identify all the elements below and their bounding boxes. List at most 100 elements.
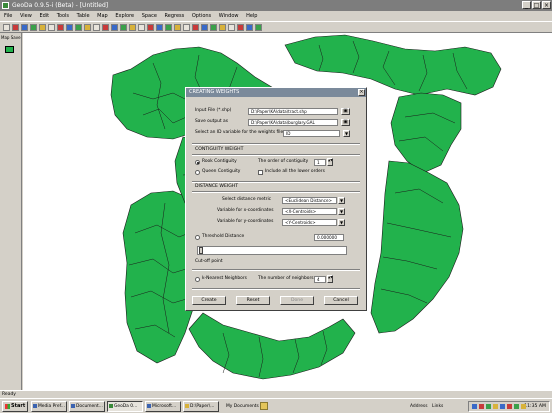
toolbar-button[interactable]: [3, 24, 10, 31]
map-region[interactable]: [284, 34, 502, 96]
browse-input-button[interactable]: ▣: [341, 108, 350, 115]
toolbar-button[interactable]: [21, 24, 28, 31]
toolbar-button[interactable]: [138, 24, 145, 31]
toolbar-button[interactable]: [219, 24, 226, 31]
toolbar-button[interactable]: [228, 24, 235, 31]
input-file-field[interactable]: D:\Paper\KA\data\tract.shp: [248, 108, 338, 115]
contiguity-weight-header: CONTIGUITY WEIGHT: [195, 147, 244, 152]
minimize-button[interactable]: _: [522, 1, 531, 9]
knn-radio[interactable]: [195, 277, 200, 282]
task-button[interactable]: D:\Paper\...: [183, 401, 219, 412]
toolbar-button[interactable]: [129, 24, 136, 31]
chevron-down-icon[interactable]: ▼: [338, 197, 345, 204]
task-button[interactable]: Document...: [69, 401, 105, 412]
slider-thumb[interactable]: [199, 247, 203, 254]
task-button[interactable]: Media Pref...: [31, 401, 67, 412]
toolbar-button[interactable]: [66, 24, 73, 31]
toolbar-button[interactable]: [201, 24, 208, 31]
toolbar-button[interactable]: [183, 24, 190, 31]
order-spinner[interactable]: ▲▼: [327, 158, 333, 166]
links-toolbar[interactable]: Links: [432, 404, 443, 410]
toolbar-button[interactable]: [48, 24, 55, 31]
toolbar-button[interactable]: [246, 24, 253, 31]
tray-icon[interactable]: [507, 404, 512, 409]
toolbar-button[interactable]: [93, 24, 100, 31]
toolbar-button[interactable]: [120, 24, 127, 31]
toolbar-button[interactable]: [165, 24, 172, 31]
toolbar-button[interactable]: [12, 24, 19, 31]
create-button[interactable]: Create: [192, 296, 226, 305]
toolbar-button[interactable]: [147, 24, 154, 31]
menu-window[interactable]: Window: [219, 13, 239, 19]
toolbar-button[interactable]: [57, 24, 64, 31]
toolbar-button[interactable]: [102, 24, 109, 31]
queen-contiguity-radio[interactable]: [195, 170, 200, 175]
menu-table[interactable]: Table: [77, 13, 90, 19]
map-region[interactable]: [390, 92, 462, 174]
distance-metric-select[interactable]: <Euclidean Distance>: [282, 197, 337, 204]
tray-icon[interactable]: [493, 404, 498, 409]
toolbar-button[interactable]: [39, 24, 46, 31]
divider: [192, 154, 360, 156]
include-lower-orders-checkbox[interactable]: [258, 170, 263, 175]
threshold-distance-radio[interactable]: [195, 235, 200, 240]
toolbar-button[interactable]: [156, 24, 163, 31]
dialog-close-icon[interactable]: ×: [358, 89, 365, 96]
toolbar-button[interactable]: [192, 24, 199, 31]
maximize-button[interactable]: □: [532, 1, 541, 9]
menu-space[interactable]: Space: [142, 13, 157, 19]
toolbar-button[interactable]: [174, 24, 181, 31]
divider: [192, 191, 360, 193]
menu-edit[interactable]: Edit: [39, 13, 49, 19]
toolbar-button[interactable]: [255, 24, 262, 31]
start-button[interactable]: Start: [2, 401, 28, 412]
order-contiguity-input[interactable]: 1: [314, 159, 326, 166]
folder-icon[interactable]: [260, 402, 268, 410]
toolbar-button[interactable]: [237, 24, 244, 31]
threshold-distance-input[interactable]: 0.000000: [314, 234, 344, 241]
chevron-down-icon[interactable]: ▼: [338, 219, 345, 226]
num-neighbors-input[interactable]: 4: [314, 276, 326, 283]
toolbar-button[interactable]: [84, 24, 91, 31]
id-variable-select[interactable]: ID: [283, 130, 340, 137]
menu-regress[interactable]: Regress: [165, 13, 185, 19]
toolbar-button[interactable]: [30, 24, 37, 31]
toolbar-button[interactable]: [75, 24, 82, 31]
y-variable-select[interactable]: <Y-Centroids>: [282, 219, 337, 226]
tray-icon[interactable]: [514, 404, 519, 409]
rook-contiguity-radio[interactable]: [195, 160, 200, 165]
toolbar-button[interactable]: [111, 24, 118, 31]
reset-button[interactable]: Reset: [236, 296, 270, 305]
done-button[interactable]: Done: [280, 296, 314, 305]
menu-help[interactable]: Help: [246, 13, 257, 19]
map-region[interactable]: [370, 160, 464, 334]
task-button[interactable]: Microsoft...: [145, 401, 181, 412]
toolbar-button[interactable]: [210, 24, 217, 31]
tray-icon[interactable]: [479, 404, 484, 409]
cancel-button[interactable]: Cancel: [324, 296, 358, 305]
save-output-field[interactable]: D:\Paper\KA\data\burglary.GAL: [248, 119, 338, 126]
chevron-down-icon[interactable]: ▼: [343, 130, 350, 137]
close-button[interactable]: ×: [542, 1, 551, 9]
x-variable-select[interactable]: <X-Centroids>: [282, 208, 337, 215]
chevron-down-icon[interactable]: ▼: [338, 208, 345, 215]
status-bar: Ready: [0, 390, 552, 398]
tray-icon[interactable]: [472, 404, 477, 409]
browse-output-button[interactable]: ▣: [341, 119, 350, 126]
menu-view[interactable]: View: [20, 13, 32, 19]
threshold-slider[interactable]: [197, 246, 347, 255]
neighbors-spinner[interactable]: ▲▼: [327, 275, 333, 283]
address-toolbar[interactable]: Address: [410, 404, 428, 410]
map-region[interactable]: [188, 312, 356, 380]
tray-icon[interactable]: [521, 404, 526, 409]
tray-icon[interactable]: [500, 404, 505, 409]
clock: 11:35 AM: [524, 404, 546, 409]
task-button-active[interactable]: GeoDa 0...: [107, 401, 143, 412]
my-documents-label[interactable]: My Documents: [226, 404, 259, 410]
tray-icon[interactable]: [486, 404, 491, 409]
menu-tools[interactable]: Tools: [57, 13, 69, 19]
menu-explore[interactable]: Explore: [115, 13, 134, 19]
menu-options[interactable]: Options: [192, 13, 211, 19]
menu-file[interactable]: File: [4, 13, 12, 19]
menu-map[interactable]: Map: [97, 13, 108, 19]
